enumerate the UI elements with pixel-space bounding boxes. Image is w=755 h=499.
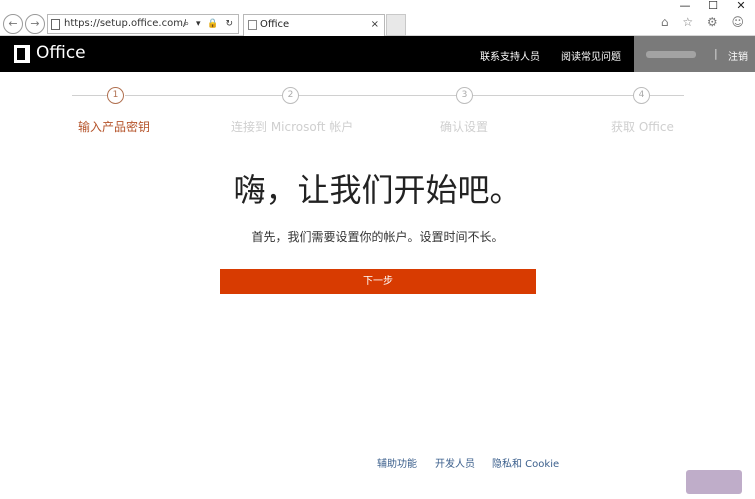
footer-privacy-cookies-link[interactable]: 隐私和 Cookie [492, 455, 559, 470]
minimize-button[interactable]: — [671, 0, 699, 14]
stepper-track [125, 95, 282, 96]
page-icon [51, 19, 60, 30]
footer-accessibility-link[interactable]: 辅助功能 [377, 455, 417, 470]
stepper-track [72, 95, 112, 96]
tab-close-icon[interactable]: × [371, 15, 379, 35]
header-separator: | [714, 47, 718, 60]
page-title: 嗨，让我们开始吧。 [233, 171, 522, 209]
window-controls: — ☐ ✕ [671, 0, 755, 14]
sign-out-link[interactable]: 注销 [728, 48, 748, 63]
step-2-circle: 2 [282, 87, 299, 104]
tab-title: Office [260, 19, 290, 30]
step-1-circle: 1 [107, 87, 124, 104]
brand-name[interactable]: Office [36, 43, 86, 63]
page-subtitle: 首先，我们需要设置你的帐户。设置时间不长。 [251, 230, 504, 244]
watermark-image [686, 470, 742, 494]
address-bar-icons[interactable]: ⌕ ▾ 🔒 ↻ [184, 15, 235, 33]
browser-chrome: — ☐ ✕ ← → https://setup.office.com/?sou … [0, 0, 755, 36]
stepper-track [299, 95, 456, 96]
tab-favicon-icon [248, 20, 257, 30]
step-3-circle: 3 [456, 87, 473, 104]
step-2-label: 连接到 Microsoft 帐户 [231, 120, 354, 134]
browser-tab[interactable]: Office × [243, 14, 385, 36]
footer-developers-link[interactable]: 开发人员 [435, 455, 475, 470]
close-window-button[interactable]: ✕ [727, 0, 755, 14]
address-bar[interactable]: https://setup.office.com/?sou ⌕ ▾ 🔒 ↻ [47, 14, 239, 34]
office-header: Office 联系支持人员 阅读常见问题 | 注销 [0, 36, 755, 72]
forward-button[interactable]: → [25, 14, 45, 34]
stepper-track [473, 95, 633, 96]
office-logo-icon [14, 45, 30, 63]
contact-support-link[interactable]: 联系支持人员 [480, 48, 540, 63]
address-url[interactable]: https://setup.office.com/?sou [64, 15, 186, 33]
step-3-label: 确认设置 [440, 120, 489, 134]
stepper-track [650, 95, 684, 96]
user-name-blurred [646, 51, 696, 58]
step-4-circle: 4 [633, 87, 650, 104]
step-1-label: 输入产品密钥 [78, 120, 151, 134]
back-button[interactable]: ← [3, 14, 23, 34]
read-faq-link[interactable]: 阅读常见问题 [561, 48, 621, 63]
step-4-label: 获取 Office [611, 120, 674, 134]
next-button[interactable]: 下一步 [220, 269, 536, 294]
new-tab-button[interactable] [386, 14, 406, 36]
user-account-area[interactable]: | 注销 [634, 36, 755, 72]
maximize-button[interactable]: ☐ [699, 0, 727, 14]
browser-toolbar-icons[interactable]: ⌂ ☆ ⚙ ☺ [661, 15, 749, 29]
